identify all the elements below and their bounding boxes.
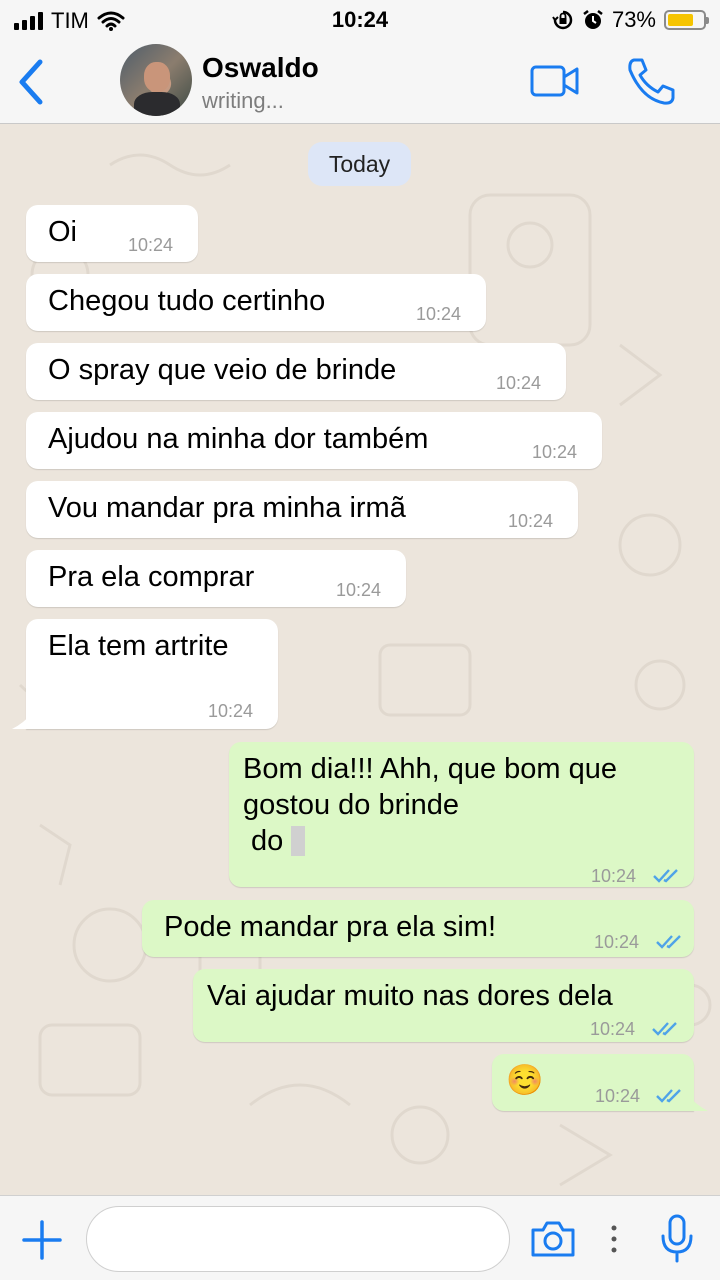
- contact-name[interactable]: Oswaldo: [202, 52, 319, 84]
- status-right: 73%: [552, 7, 709, 33]
- message-text: Ela tem artrite: [48, 630, 229, 662]
- outgoing-message[interactable]: ☺️ 10:24: [492, 1054, 708, 1111]
- message-text: Bom dia!!! Ahh, que bom que gostou do br…: [243, 751, 617, 859]
- incoming-message[interactable]: O spray que veio de brinde 10:24: [26, 343, 566, 400]
- message-time: 10:24: [128, 235, 174, 255]
- microphone-icon[interactable]: [660, 1214, 694, 1264]
- message-time: 10:24: [416, 304, 462, 324]
- incoming-message[interactable]: Chegou tudo certinho 10:24: [26, 274, 486, 331]
- message-line: gostou do brinde: [243, 789, 460, 821]
- message-line-text: do: [243, 825, 284, 857]
- read-ticks-icon: [652, 1022, 677, 1036]
- phone-call-icon[interactable]: [624, 56, 678, 108]
- message-text: Oi: [48, 216, 77, 248]
- incoming-message[interactable]: Oi 10:24: [26, 205, 198, 262]
- alarm-icon: [583, 10, 603, 29]
- chat-area[interactable]: Today Oi 10:24 Chegou tudo certinho 10:2…: [0, 125, 720, 1195]
- battery-icon: [664, 10, 709, 30]
- date-separator: Today: [308, 142, 411, 186]
- battery-percent: 73%: [611, 7, 656, 32]
- read-ticks-icon: [656, 1089, 681, 1103]
- avatar[interactable]: [120, 44, 192, 116]
- outgoing-message[interactable]: Pode mandar pra ela sim! 10:24: [142, 900, 694, 957]
- message-input[interactable]: [86, 1206, 510, 1272]
- message-text: Ajudou na minha dor também: [48, 423, 429, 455]
- redacted-block: [291, 826, 306, 856]
- read-ticks-icon: [656, 935, 681, 949]
- message-text: Pode mandar pra ela sim!: [164, 911, 497, 943]
- outgoing-message[interactable]: Bom dia!!! Ahh, que bom que gostou do br…: [229, 742, 694, 887]
- plus-icon[interactable]: [22, 1220, 62, 1260]
- read-ticks-icon: [653, 869, 678, 883]
- incoming-message[interactable]: Vou mandar pra minha irmã 10:24: [26, 481, 578, 538]
- rotation-lock-icon: [552, 10, 573, 30]
- message-text: Chegou tudo certinho: [48, 285, 326, 317]
- message-time: 10:24: [336, 580, 382, 600]
- bubble-tail: [12, 713, 32, 729]
- message-time: 10:24: [508, 511, 554, 531]
- emoji: ☺️: [506, 1064, 544, 1097]
- message-text: Vou mandar pra minha irmã: [48, 492, 406, 524]
- message-time: 10:24: [594, 932, 640, 952]
- video-call-icon[interactable]: [530, 64, 580, 98]
- message-time: 10:24: [532, 442, 578, 462]
- message-time: 10:24: [591, 866, 637, 886]
- incoming-message[interactable]: Ajudou na minha dor também 10:24: [26, 412, 602, 469]
- message-text: Pra ela comprar: [48, 561, 255, 593]
- incoming-message[interactable]: Ela tem artrite 10:24: [12, 619, 278, 729]
- message-line: do: [243, 823, 617, 859]
- message-time: 10:24: [496, 373, 542, 393]
- more-icon[interactable]: [608, 1224, 620, 1254]
- bubble-tail: [688, 1095, 708, 1111]
- message-line: Bom dia!!! Ahh, que bom que: [243, 753, 618, 785]
- status-bar: TIM 10:24 73%: [0, 0, 720, 40]
- contact-status: writing...: [202, 88, 284, 113]
- message-time: 10:24: [208, 701, 254, 721]
- camera-icon[interactable]: [530, 1220, 576, 1258]
- chat-header: Oswaldo writing...: [0, 40, 720, 124]
- message-time: 10:24: [595, 1086, 641, 1106]
- outgoing-message[interactable]: Vai ajudar muito nas dores dela 10:24: [193, 969, 694, 1042]
- incoming-message[interactable]: Pra ela comprar 10:24: [26, 550, 406, 607]
- message-text: Vai ajudar muito nas dores dela: [207, 980, 613, 1012]
- message-text: O spray que veio de brinde: [48, 354, 397, 386]
- message-time: 10:24: [590, 1019, 636, 1039]
- back-icon[interactable]: [14, 58, 50, 106]
- composer-bar: [0, 1195, 720, 1280]
